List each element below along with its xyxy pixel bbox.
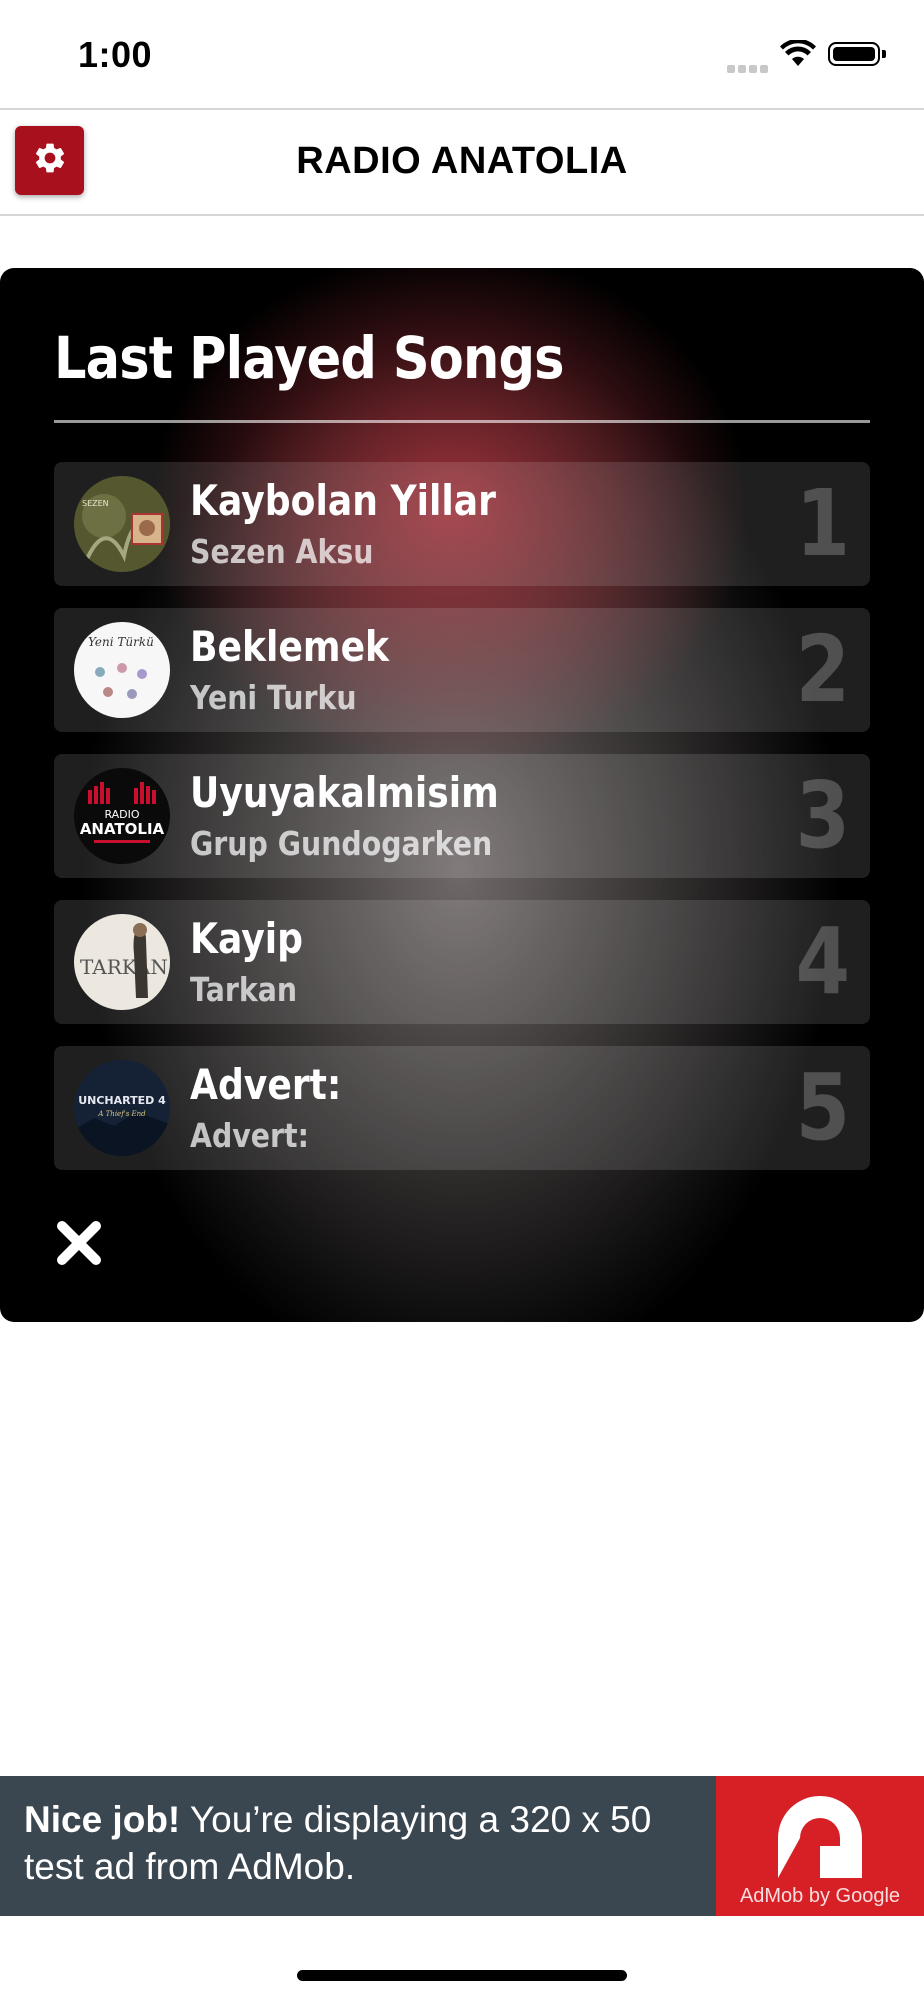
song-title: Kayip [190,914,304,963]
close-icon [54,1221,104,1272]
cellular-signal-icon [727,60,771,78]
song-row[interactable]: TARKAN Kayip Tarkan 4 [54,900,870,1024]
song-artist: Tarkan [190,970,298,1009]
song-row[interactable]: UNCHARTED 4 A Thief's End Advert: Advert… [54,1046,870,1170]
close-button[interactable] [54,1218,104,1268]
status-bar: 1:00 [0,0,924,108]
ad-banner[interactable]: Nice job! You’re displaying a 320 x 50 t… [0,1776,924,1916]
status-time: 1:00 [78,34,153,75]
song-artist: Sezen Aksu [190,532,374,571]
song-rank: 1 [795,470,850,577]
song-title: Uyuyakalmisim [190,768,499,817]
song-rank: 4 [795,908,850,1015]
battery-icon [828,42,886,66]
song-title: Beklemek [190,622,390,671]
album-art-text: ANATOLIA [80,820,165,838]
panel-title: Last Played Songs [54,324,564,392]
song-title: Kaybolan Yillar [190,476,496,525]
song-row[interactable]: SEZEN Kaybolan Yillar Sezen Aksu 1 [54,462,870,586]
ad-text-bold: Nice job! [24,1799,181,1840]
album-art-sezen-aksu: SEZEN [74,476,170,572]
ad-brand: AdMob by Google [739,1885,901,1907]
song-rank: 2 [795,616,850,723]
album-art-radio-anatolia: RADIO ANATOLIA [74,768,170,864]
song-artist: Advert: [190,1116,309,1155]
album-art-text: SEZEN [82,499,109,508]
divider [54,420,870,423]
home-indicator[interactable] [297,1970,627,1981]
nav-bar: RADIO ANATOLIA [0,108,924,216]
app-title: RADIO ANATOLIA [296,140,628,182]
song-title: Advert: [190,1060,342,1109]
song-rank: 5 [795,1054,850,1161]
song-list: SEZEN Kaybolan Yillar Sezen Aksu 1 Yeni … [54,462,870,1192]
song-row[interactable]: Yeni Türkü Beklemek Yeni Turku 2 [54,608,870,732]
album-art-text: TARKAN [80,955,168,979]
last-played-panel: Last Played Songs SEZEN Kaybolan Yillar … [0,268,924,1322]
album-art-text: UNCHARTED 4 [78,1094,166,1107]
song-artist: Grup Gundogarken [190,824,493,863]
album-art-yeni-turku: Yeni Türkü [74,622,170,718]
album-art-text: Yeni Türkü [88,635,154,649]
album-art-tarkan: TARKAN [74,914,170,1010]
admob-logo: AdMob by Google [716,1776,924,1916]
song-row[interactable]: RADIO ANATOLIA Uyuyakalmisim Grup Gundog… [54,754,870,878]
album-art-uncharted: UNCHARTED 4 A Thief's End [74,1060,170,1156]
song-artist: Yeni Turku [190,678,357,717]
wifi-icon [780,38,816,73]
song-rank: 3 [795,762,850,869]
ad-text: Nice job! You’re displaying a 320 x 50 t… [24,1796,714,1890]
album-art-text: A Thief's End [97,1110,146,1118]
